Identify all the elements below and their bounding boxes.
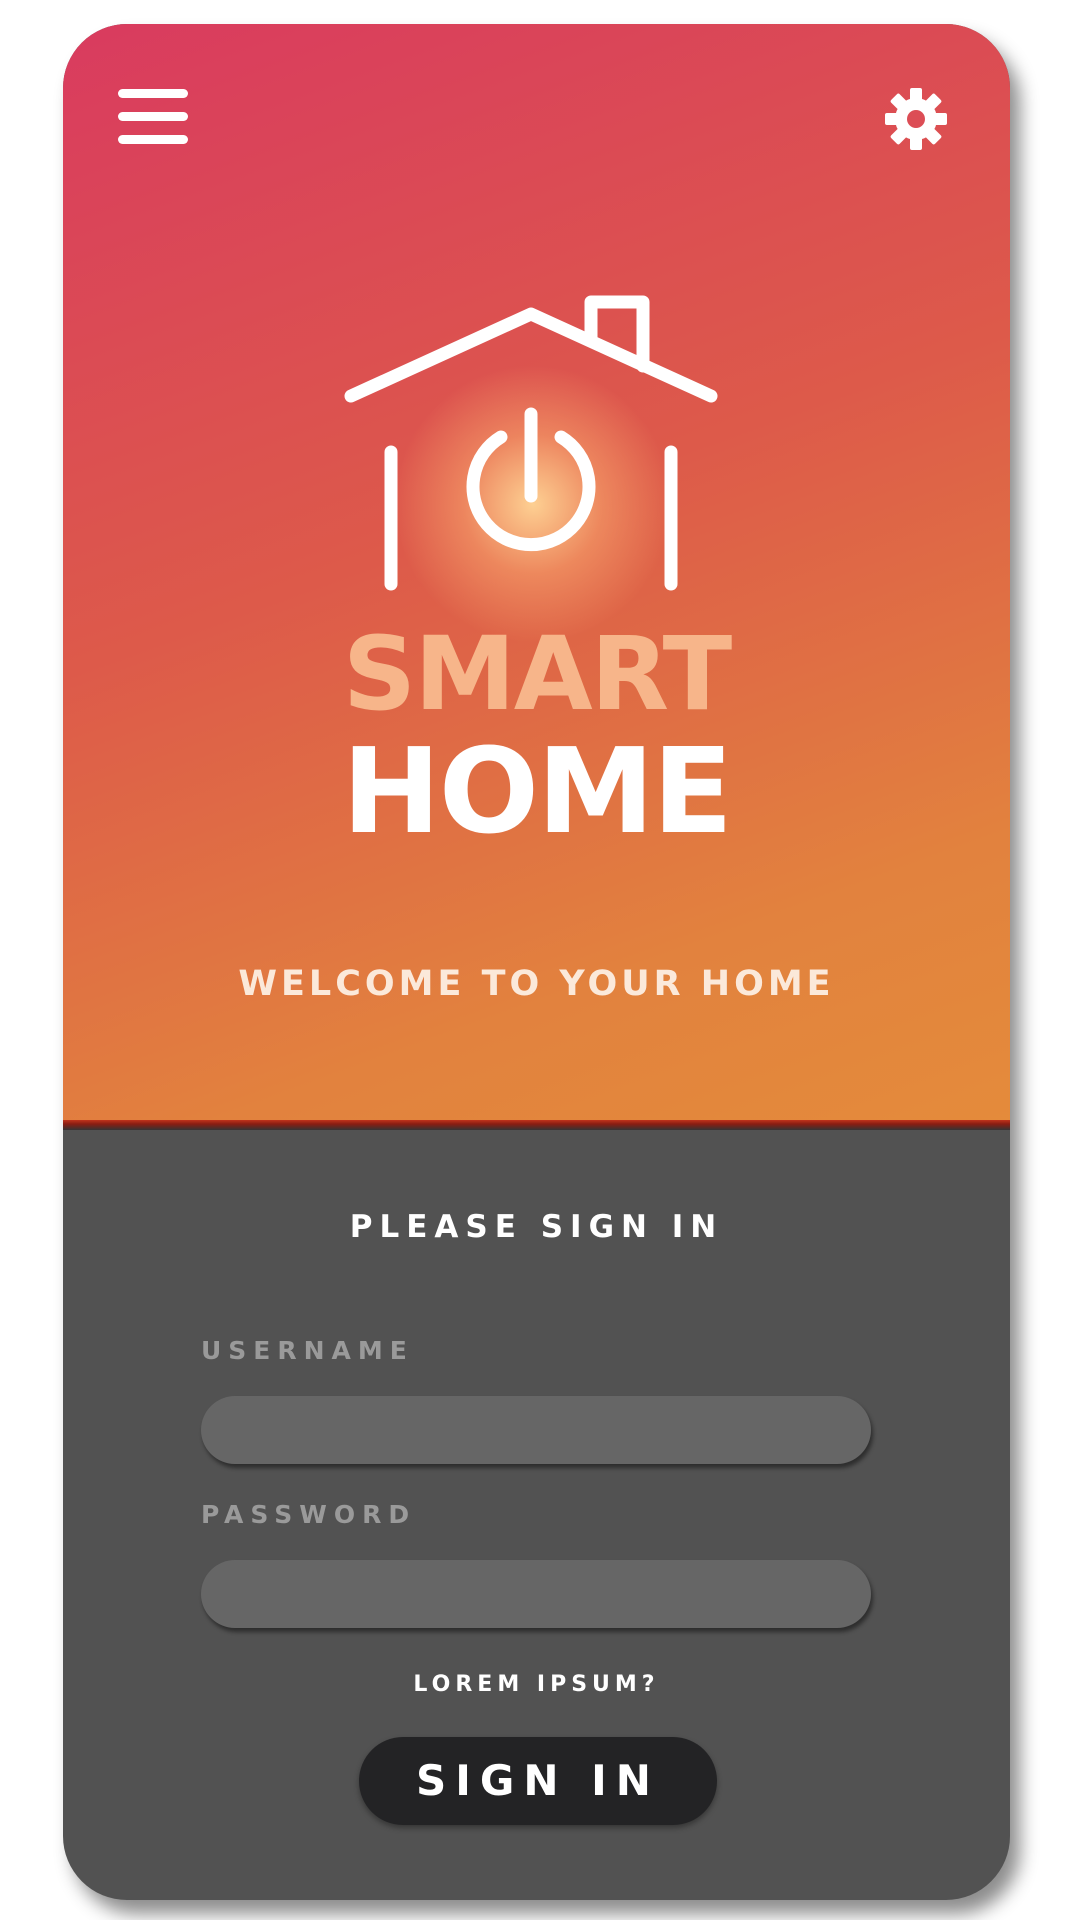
password-field[interactable]: [201, 1560, 871, 1628]
username-label: USERNAME: [201, 1336, 414, 1365]
logo-text-smart: SMART: [342, 615, 732, 734]
logo-text-home: HOME: [341, 722, 733, 860]
sign-in-button[interactable]: SIGN IN: [359, 1737, 717, 1825]
menu-icon[interactable]: [118, 89, 188, 145]
hero-section: SMART HOME WELCOME TO YOUR HOME: [63, 24, 1010, 1124]
gear-icon[interactable]: [883, 86, 949, 152]
password-label: PASSWORD: [201, 1500, 417, 1529]
app-screen: SMART HOME WELCOME TO YOUR HOME PLEASE S…: [63, 24, 1010, 1900]
house-power-icon: [344, 295, 718, 591]
welcome-message: WELCOME TO YOUR HOME: [238, 964, 835, 1004]
signin-title: PLEASE SIGN IN: [349, 1209, 724, 1245]
username-field[interactable]: [201, 1396, 871, 1464]
forgot-link[interactable]: LOREM IPSUM?: [63, 1672, 1010, 1697]
hero-divider: [63, 1120, 1010, 1130]
